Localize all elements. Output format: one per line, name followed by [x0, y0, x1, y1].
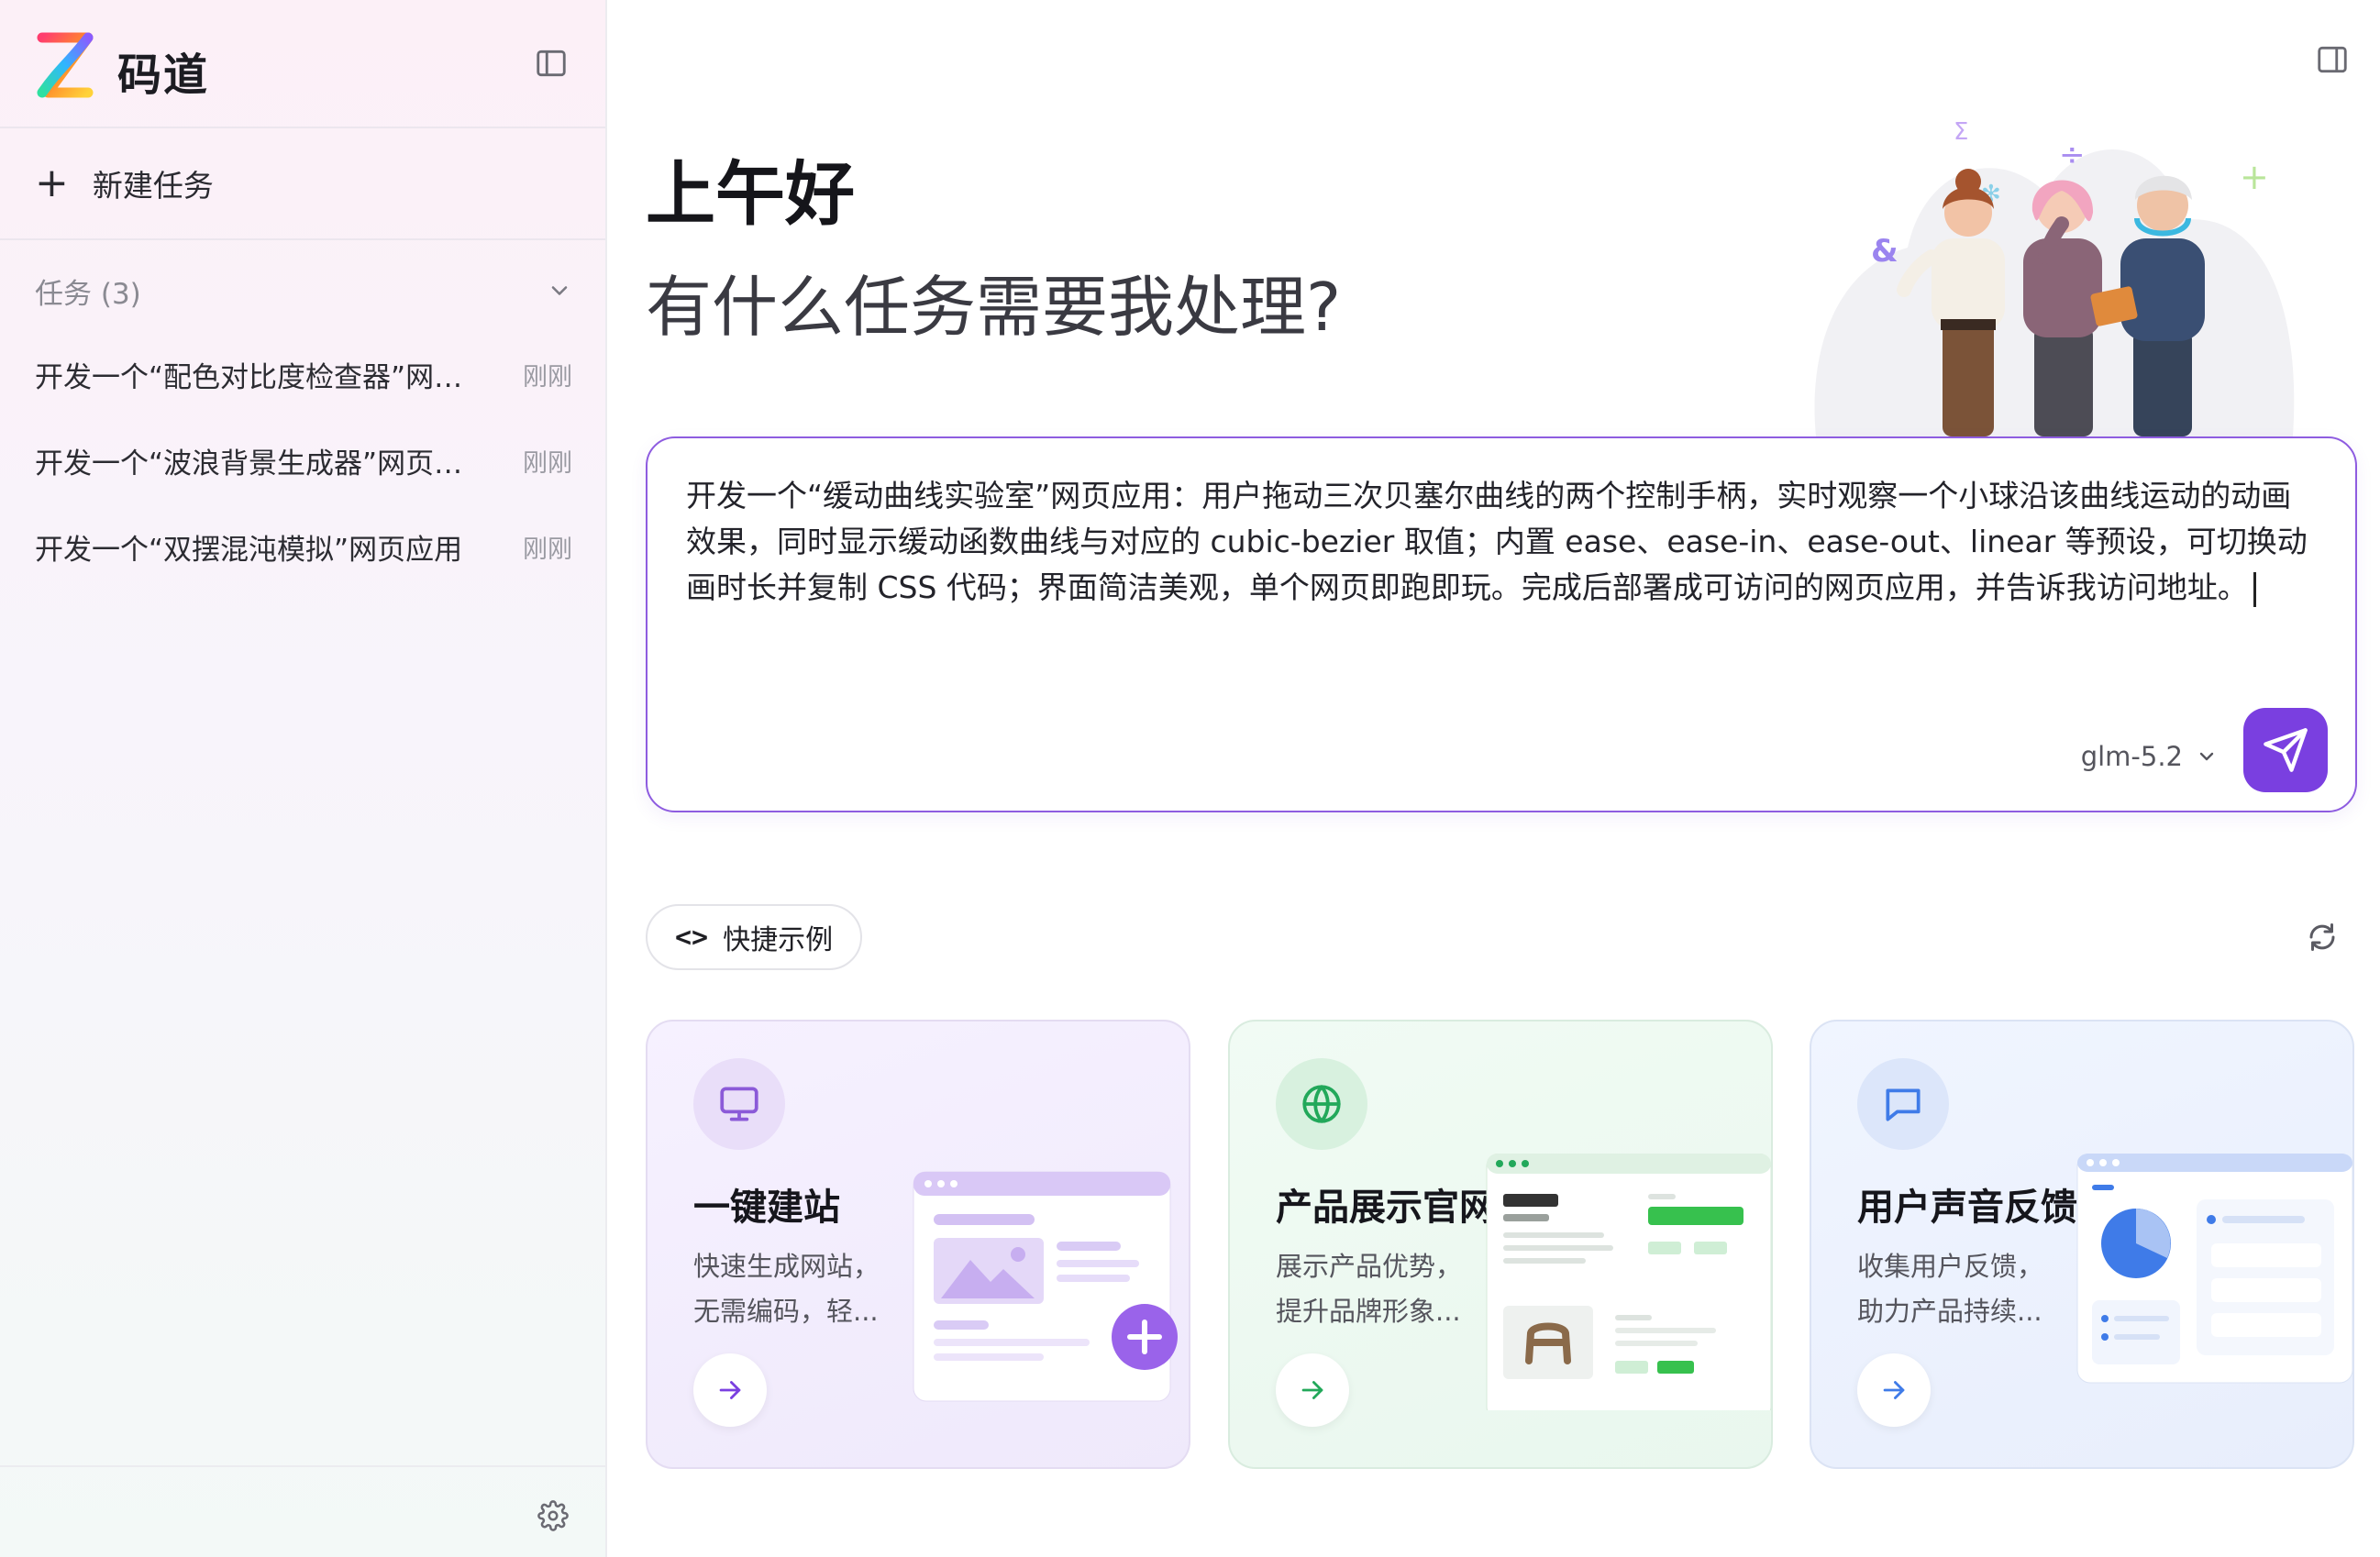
- chat-bubble-icon: [1857, 1058, 1949, 1150]
- card-arrow-button[interactable]: [1276, 1353, 1349, 1427]
- task-item[interactable]: 开发一个“波浪背景生成器”网页应用 刚刚: [35, 433, 572, 488]
- task-time: 刚刚: [523, 362, 572, 392]
- gear-icon[interactable]: [537, 1500, 569, 1531]
- task-time: 刚刚: [523, 535, 572, 564]
- feedback-preview-illustration: [2076, 1154, 2352, 1384]
- card-arrow-button[interactable]: [693, 1353, 767, 1427]
- svg-text:÷: ÷: [2059, 137, 2086, 173]
- sidebar-collapse-icon[interactable]: [534, 46, 569, 81]
- task-item[interactable]: 开发一个“双摆混沌模拟”网页应用 刚刚: [35, 519, 572, 574]
- card-title: 产品展示官网: [1276, 1187, 1496, 1229]
- example-card-feedback[interactable]: 用户声音反馈 收集用户反馈， 助力产品持续...: [1810, 1020, 2354, 1469]
- monitor-icon: [693, 1058, 785, 1150]
- divider: [0, 1465, 605, 1467]
- sidebar: 码道 + 新建任务 任务 (3) 开发一个“配色对比度检查器”网页应用 刚刚 开…: [0, 0, 607, 1557]
- greeting-title: 上午好: [646, 153, 855, 235]
- card-description: 提升品牌形象...: [1276, 1296, 1461, 1327]
- globe-icon: [1276, 1058, 1367, 1150]
- example-card-product-site[interactable]: 产品展示官网 展示产品优势， 提升品牌形象...: [1228, 1020, 1773, 1469]
- card-arrow-button[interactable]: [1857, 1353, 1931, 1427]
- plus-icon: +: [35, 160, 69, 206]
- prompt-text-value: 开发一个“缓动曲线实验室”网页应用：用户拖动三次贝塞尔曲线的两个控制手柄，实时观…: [686, 478, 2308, 605]
- divider: [0, 238, 605, 240]
- greeting-subtitle: 有什么任务需要我处理?: [646, 269, 1342, 346]
- card-description: 快速生成网站，: [693, 1251, 880, 1282]
- new-task-label: 新建任务: [92, 168, 214, 204]
- website-preview-illustration: [913, 1171, 1178, 1402]
- chevron-down-icon: [2199, 752, 2214, 761]
- sidebar-header: 码道: [0, 0, 605, 128]
- card-title: 用户声音反馈: [1857, 1187, 2077, 1229]
- send-button[interactable]: [2243, 708, 2328, 792]
- brand-logo-icon: [37, 32, 94, 98]
- task-title: 开发一个“配色对比度检查器”网页应用: [35, 360, 484, 394]
- svg-text:Σ: Σ: [1954, 118, 1968, 146]
- quick-examples-label: 快捷示例: [723, 924, 834, 956]
- card-description: 展示产品优势，: [1276, 1251, 1463, 1282]
- quick-examples-button[interactable]: <> 快捷示例: [646, 904, 863, 970]
- model-name: glm-5.2: [2080, 741, 2183, 772]
- prompt-textarea[interactable]: 开发一个“缓动曲线实验室”网页应用：用户拖动三次贝塞尔曲线的两个控制手柄，实时观…: [686, 473, 2319, 611]
- tasks-section-toggle[interactable]: 任务 (3): [35, 268, 572, 314]
- task-time: 刚刚: [523, 448, 572, 478]
- card-description: 无需编码，轻...: [693, 1296, 879, 1327]
- chevron-down-icon: [551, 286, 568, 295]
- task-title: 开发一个“双摆混沌模拟”网页应用: [35, 533, 463, 567]
- arrow-right-icon: [1301, 1381, 1323, 1399]
- new-task-button[interactable]: + 新建任务: [35, 158, 214, 209]
- svg-text:&: &: [1871, 233, 1898, 270]
- arrow-right-icon: [1883, 1381, 1905, 1399]
- card-description: 收集用户反馈，: [1857, 1251, 2044, 1282]
- tasks-section-title: 任务 (3): [35, 277, 141, 311]
- arrow-right-icon: [719, 1381, 741, 1399]
- send-icon: [2264, 728, 2308, 772]
- svg-text:+: +: [2240, 157, 2269, 197]
- refresh-icon[interactable]: [2306, 921, 2339, 954]
- brand-name: 码道: [117, 50, 210, 101]
- card-title: 一键建站: [693, 1187, 840, 1229]
- code-icon: <>: [675, 921, 709, 954]
- task-title: 开发一个“波浪背景生成器”网页应用: [35, 447, 484, 480]
- card-description: 助力产品持续...: [1857, 1296, 2042, 1327]
- product-preview-illustration: [1486, 1154, 1771, 1410]
- task-item[interactable]: 开发一个“配色对比度检查器”网页应用 刚刚: [35, 347, 572, 402]
- hero-illustration: & Σ ÷ + ✻: [1814, 118, 2295, 436]
- text-caret: [2253, 571, 2256, 607]
- panel-toggle-icon[interactable]: [2315, 42, 2350, 77]
- example-card-website[interactable]: 一键建站 快速生成网站， 无需编码，轻...: [646, 1020, 1190, 1469]
- model-selector[interactable]: glm-5.2: [2081, 741, 2218, 772]
- prompt-input[interactable]: 开发一个“缓动曲线实验室”网页应用：用户拖动三次贝塞尔曲线的两个控制手柄，实时观…: [646, 436, 2357, 812]
